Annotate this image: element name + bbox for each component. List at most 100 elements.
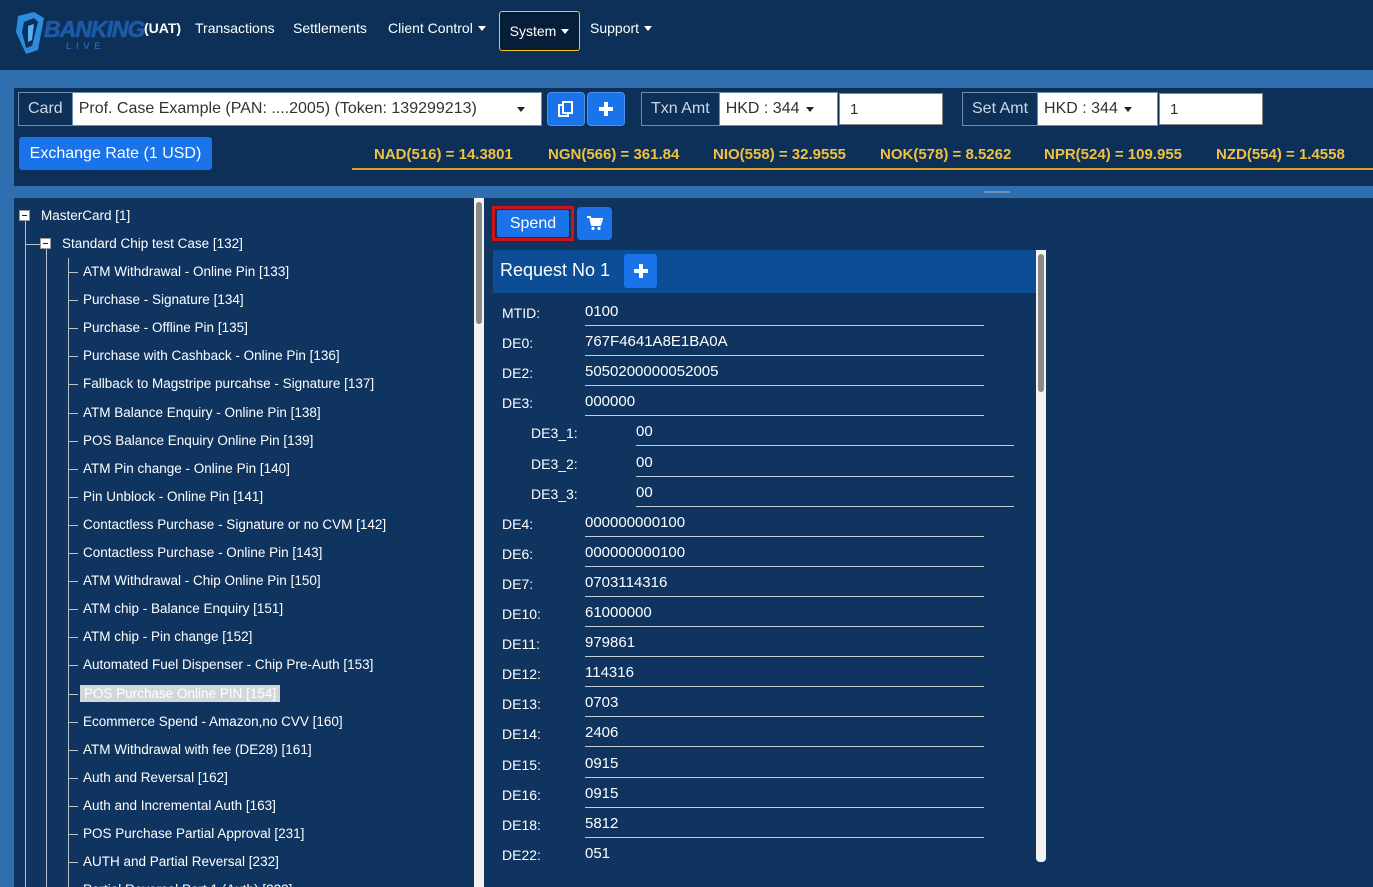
- field-value[interactable]: 00: [636, 423, 1014, 447]
- request-scrollbar-thumb[interactable]: [1038, 254, 1044, 392]
- field-label: DE10:: [502, 606, 541, 622]
- plus-icon: [599, 102, 613, 116]
- rate-item: NPR(524) = 109.955: [1044, 146, 1183, 163]
- card-select-value: Prof. Case Example (PAN: ....2005) (Toke…: [78, 100, 477, 117]
- collapse-icon[interactable]: [19, 210, 30, 221]
- tree-guide-line: [68, 356, 78, 358]
- collapse-icon[interactable]: [40, 238, 51, 249]
- tree-group-standard-chip[interactable]: Standard Chip test Case [132]: [62, 236, 243, 251]
- tree-item[interactable]: ATM Withdrawal - Online Pin [133]: [83, 264, 289, 279]
- txn-amount-group[interactable]: Txn Amt HKD : 344: [641, 92, 838, 126]
- field-value[interactable]: 00: [636, 484, 1014, 507]
- field-value[interactable]: 000000: [585, 393, 984, 417]
- field-label: DE18:: [502, 816, 541, 833]
- field-value[interactable]: 0703: [585, 694, 984, 718]
- tree-item[interactable]: Ecommerce Spend - Amazon,no CVV [160]: [83, 714, 343, 729]
- copy-icon: [558, 101, 573, 117]
- tree-item[interactable]: Purchase - Offline Pin [135]: [83, 320, 248, 335]
- field-value[interactable]: 5812: [585, 815, 984, 838]
- tree-guide-line: [68, 805, 78, 807]
- field-value[interactable]: 0915: [585, 785, 984, 808]
- tree-item[interactable]: Pin Unblock - Online Pin [141]: [83, 489, 263, 504]
- tree-item[interactable]: Contactless Purchase - Online Pin [143]: [83, 545, 322, 560]
- nav-client-control[interactable]: Client Control: [388, 20, 486, 36]
- nav-support-label: Support: [590, 20, 640, 36]
- tree-item[interactable]: POS Purchase Partial Approval [231]: [83, 826, 304, 841]
- cart-button[interactable]: [577, 207, 612, 240]
- tree-guide-line: [68, 524, 78, 526]
- txn-amount-input[interactable]: [839, 93, 943, 125]
- field-value[interactable]: 767F4641A8E1BA0A: [585, 333, 984, 357]
- tree-root-mastercard[interactable]: MasterCard [1]: [41, 208, 130, 223]
- add-card-button[interactable]: [587, 92, 625, 126]
- field-value[interactable]: 000000000100: [585, 514, 984, 537]
- tree-guide-line: [68, 300, 78, 302]
- nav-settlements[interactable]: Settlements: [293, 20, 367, 36]
- chevron-down-icon: [561, 28, 570, 34]
- nav-support[interactable]: Support: [590, 20, 653, 36]
- tree-guide-line: [68, 777, 78, 779]
- field-value[interactable]: 2406: [585, 724, 984, 748]
- tree-item[interactable]: ATM Withdrawal with fee (DE28) [161]: [83, 742, 312, 757]
- txn-currency-select[interactable]: HKD : 344: [719, 93, 837, 125]
- field-value[interactable]: 0100: [585, 303, 984, 326]
- txn-amount-label: Txn Amt: [642, 93, 720, 125]
- tree-item[interactable]: Fallback to Magstripe purcahse - Signatu…: [83, 376, 374, 391]
- set-currency-select[interactable]: HKD : 344: [1038, 93, 1157, 125]
- tree-item[interactable]: ATM chip - Balance Enquiry [151]: [83, 601, 283, 616]
- tree-item[interactable]: AUTH and Partial Reversal [232]: [83, 854, 279, 869]
- tree-guide-line: [68, 862, 78, 864]
- tree-item[interactable]: POS Purchase Online PIN [154]: [80, 684, 281, 702]
- add-request-button[interactable]: [624, 254, 657, 288]
- tree-item[interactable]: ATM Pin change - Online Pin [140]: [83, 461, 290, 476]
- chevron-down-icon: [477, 25, 486, 31]
- chevron-down-icon: [517, 106, 525, 112]
- card-select[interactable]: Prof. Case Example (PAN: ....2005) (Toke…: [72, 93, 541, 125]
- field-label: DE4:: [502, 515, 534, 532]
- tree-item[interactable]: Purchase with Cashback - Online Pin [136…: [83, 348, 340, 363]
- tree-item[interactable]: Automated Fuel Dispenser - Chip Pre-Auth…: [83, 657, 373, 672]
- tree-guide-line: [68, 440, 78, 442]
- set-amount-input[interactable]: [1159, 93, 1263, 125]
- banking-live-logo[interactable]: BANKING LIVE: [14, 10, 145, 56]
- tree-item[interactable]: Purchase - Signature [134]: [83, 292, 244, 307]
- exchange-rate-button[interactable]: Exchange Rate (1 USD): [19, 137, 212, 170]
- tree-item[interactable]: Auth and Incremental Auth [163]: [83, 798, 276, 813]
- set-amount-group[interactable]: Set Amt HKD : 344: [962, 92, 1158, 126]
- field-value[interactable]: 0703114316: [585, 574, 984, 597]
- field-label: DE3_2:: [531, 455, 578, 472]
- tree-guide-line: [68, 609, 78, 611]
- field-value[interactable]: 61000000: [585, 604, 984, 627]
- tree-item[interactable]: Partial Reversal Part 1 (Auth) [233]: [83, 882, 292, 887]
- field-label: DE11:: [502, 636, 540, 653]
- field-value[interactable]: 5050200000052005: [585, 363, 984, 387]
- field-value[interactable]: 0915: [585, 755, 984, 778]
- nav-system[interactable]: System: [499, 11, 580, 51]
- field-value[interactable]: 00: [636, 454, 1014, 477]
- logo-sub: LIVE: [66, 41, 106, 51]
- field-value[interactable]: 114316: [585, 664, 984, 688]
- cart-icon: [587, 216, 603, 231]
- plus-icon: [633, 264, 648, 278]
- tree-item[interactable]: POS Balance Enquiry Online Pin [139]: [83, 433, 313, 448]
- tree-guide-line: [68, 749, 78, 751]
- tree-item[interactable]: ATM Withdrawal - Chip Online Pin [150]: [83, 573, 321, 588]
- field-value[interactable]: 051: [585, 845, 984, 867]
- splitter-handle[interactable]: [984, 191, 1010, 193]
- spend-button[interactable]: Spend: [492, 206, 574, 241]
- field-value[interactable]: 979861: [585, 634, 984, 658]
- card-label: Card: [19, 93, 73, 125]
- tree-scrollbar-thumb[interactable]: [476, 202, 482, 324]
- card-select-group[interactable]: Card Prof. Case Example (PAN: ....2005) …: [18, 92, 542, 126]
- field-value[interactable]: 000000000100: [585, 544, 984, 567]
- logo-word: BANKING: [44, 16, 145, 42]
- field-label: MTID:: [502, 305, 541, 321]
- copy-card-button[interactable]: [547, 92, 585, 126]
- tree-guide-line: [68, 721, 78, 723]
- nav-transactions[interactable]: Transactions: [195, 20, 275, 36]
- tree-item[interactable]: ATM Balance Enquiry - Online Pin [138]: [83, 405, 321, 420]
- tree-item[interactable]: Auth and Reversal [162]: [83, 770, 228, 785]
- tree-guide-line: [68, 693, 78, 695]
- tree-item[interactable]: ATM chip - Pin change [152]: [83, 629, 252, 644]
- tree-item[interactable]: Contactless Purchase - Signature or no C…: [83, 517, 386, 532]
